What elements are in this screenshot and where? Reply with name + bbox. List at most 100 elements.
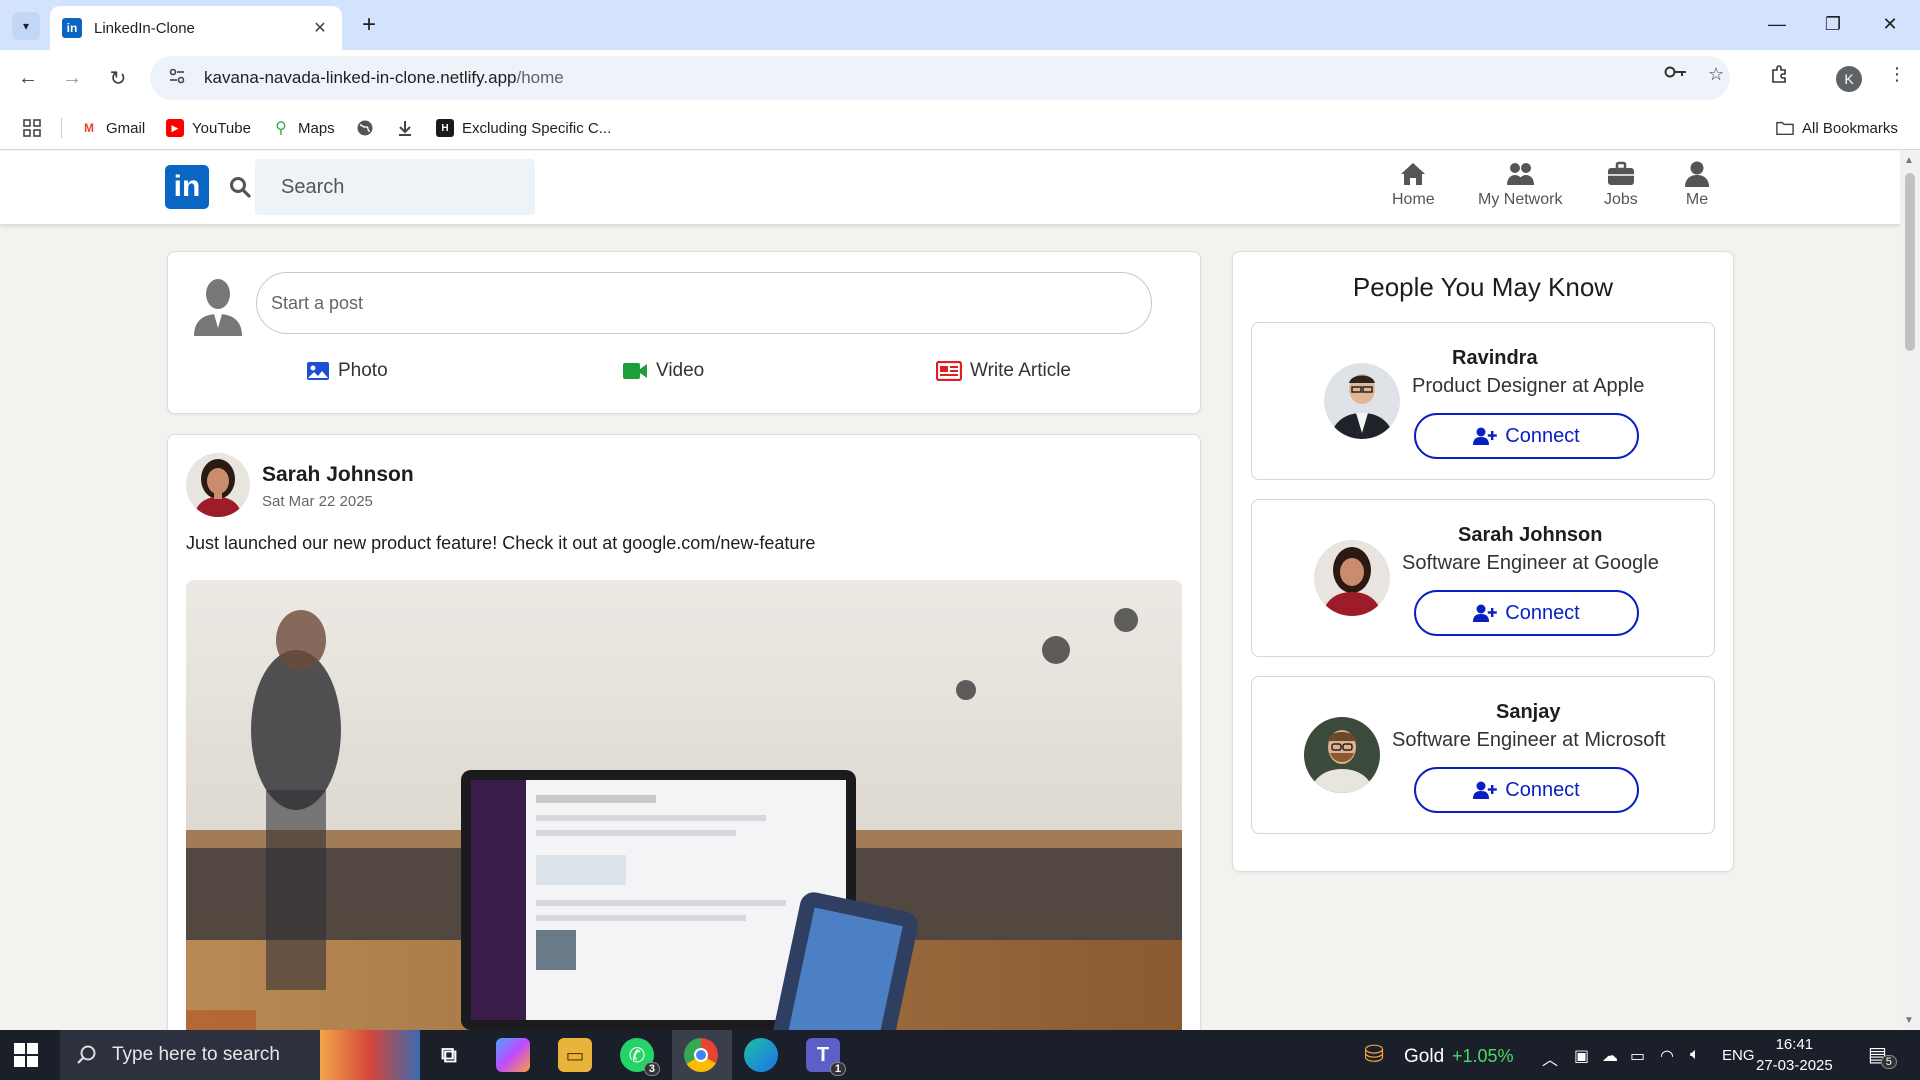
meet-now-icon[interactable]: ▣ [1574, 1046, 1589, 1066]
browser-tab-strip: ▾ in LinkedIn-Clone ✕ + — ❐ ✕ [0, 0, 1920, 50]
person-role: Software Engineer at Microsoft [1392, 729, 1666, 751]
person-name[interactable]: Ravindra [1252, 347, 1538, 370]
window-close-icon[interactable]: ✕ [1868, 8, 1912, 40]
stock-name[interactable]: Gold [1404, 1046, 1444, 1068]
address-bar[interactable]: kavana-navada-linked-in-clone.netlify.ap… [150, 56, 1730, 100]
minimize-icon[interactable]: — [1755, 8, 1799, 40]
nav-label: Home [1392, 191, 1435, 208]
windows-start-icon[interactable] [14, 1043, 38, 1067]
wifi-icon[interactable]: ◠ [1660, 1046, 1674, 1066]
profile-avatar[interactable]: K [1836, 66, 1862, 92]
video-label: Video [656, 360, 705, 381]
maps-pin-icon: ⚲ [275, 120, 287, 137]
new-tab-icon[interactable]: + [354, 10, 384, 40]
connect-label: Connect [1505, 601, 1580, 624]
connect-button[interactable]: Connect [1414, 413, 1639, 459]
whatsapp-icon[interactable]: ✆ 3 [620, 1038, 660, 1076]
person-name[interactable]: Sarah Johnson [1252, 524, 1602, 547]
author-avatar[interactable] [186, 453, 250, 517]
photo-icon [307, 362, 329, 380]
edge-icon[interactable] [744, 1038, 778, 1072]
nav-label: Me [1685, 191, 1709, 208]
extensions-icon[interactable] [1770, 64, 1790, 89]
bookmark-gmail[interactable]: M Gmail [80, 116, 145, 140]
all-bookmarks[interactable]: All Bookmarks [1776, 116, 1898, 140]
reload-icon[interactable]: ↻ [104, 64, 132, 92]
person-avatar[interactable] [1314, 540, 1390, 616]
site-info-icon[interactable] [168, 67, 192, 90]
tab-close-icon[interactable]: ✕ [310, 18, 330, 38]
onedrive-icon[interactable]: ☁ [1602, 1046, 1618, 1066]
bookmarks-divider [61, 118, 62, 138]
whatsapp-badge: 3 [643, 1062, 660, 1076]
photo-button[interactable]: Photo [306, 360, 388, 382]
password-key-icon[interactable] [1664, 64, 1688, 85]
restore-icon[interactable]: ❐ [1811, 8, 1855, 40]
connect-button[interactable]: Connect [1414, 767, 1639, 813]
user-plus-icon [1473, 781, 1498, 799]
nav-label: My Network [1478, 191, 1563, 208]
all-bookmarks-label: All Bookmarks [1802, 119, 1898, 137]
clock-date: 27-03-2025 [1756, 1057, 1833, 1074]
person-avatar[interactable] [1304, 717, 1380, 793]
bookmark-maps[interactable]: ⚲ Maps [272, 116, 335, 140]
forward-icon[interactable]: → [58, 64, 86, 92]
file-explorer-icon[interactable]: ▭ [558, 1038, 592, 1072]
user-plus-icon [1473, 427, 1498, 445]
nav-me[interactable]: Me [1683, 161, 1711, 209]
download-icon[interactable] [396, 116, 414, 140]
language-indicator[interactable]: ENG [1722, 1047, 1755, 1064]
user-icon [1685, 161, 1709, 187]
globe-icon[interactable] [356, 116, 374, 140]
chrome-icon[interactable] [684, 1038, 718, 1072]
notification-badge: 5 [1880, 1055, 1897, 1069]
post-date: Sat Mar 22 2025 [262, 493, 373, 510]
linkedin-logo[interactable]: in [165, 165, 209, 209]
apps-grid-icon[interactable] [22, 116, 42, 140]
bookmark-star-icon[interactable]: ☆ [1708, 64, 1724, 85]
scroll-thumb[interactable] [1905, 173, 1915, 351]
person-avatar[interactable] [1324, 363, 1400, 439]
default-avatar-icon [194, 279, 242, 336]
bookmark-label: Excluding Specific C... [462, 119, 612, 137]
volume-icon[interactable]: 🔈︎ [1690, 1046, 1700, 1064]
taskbar-search[interactable]: Type here to search [60, 1030, 320, 1080]
nav-home[interactable]: Home [1392, 161, 1435, 209]
nav-label: Jobs [1604, 191, 1638, 208]
copilot-icon[interactable] [496, 1038, 530, 1072]
video-button[interactable]: Video [622, 360, 704, 382]
clock[interactable]: 16:41 27-03-2025 [1756, 1034, 1833, 1076]
scroll-down-icon[interactable]: ▼ [1904, 1015, 1914, 1026]
connect-button[interactable]: Connect [1414, 590, 1639, 636]
network-icon [1507, 163, 1535, 185]
page-scrollbar[interactable]: ▲ ▼ [1900, 151, 1920, 1031]
youtube-icon: ▶ [166, 119, 184, 137]
scroll-up-icon[interactable]: ▲ [1904, 155, 1914, 166]
bookmark-excluding-specific[interactable]: H Excluding Specific C... [436, 116, 611, 140]
post-composer: Photo Video Write Article [167, 251, 1201, 414]
bookmark-youtube[interactable]: ▶ YouTube [166, 116, 251, 140]
tray-chevron-icon[interactable]: ︿ [1542, 1046, 1558, 1070]
back-icon[interactable]: ← [14, 64, 42, 92]
notification-icon[interactable]: ▤ 5 [1868, 1042, 1897, 1069]
nav-jobs[interactable]: Jobs [1604, 161, 1638, 209]
search-input[interactable] [255, 159, 535, 215]
bookmark-label: Gmail [106, 119, 146, 137]
taskbar-search-placeholder: Type here to search [112, 1044, 280, 1065]
start-post-input[interactable] [256, 272, 1152, 334]
battery-icon[interactable]: ▭ [1630, 1046, 1645, 1066]
person-card: Sanjay Software Engineer at Microsoft Co… [1251, 676, 1715, 834]
teams-icon[interactable]: T1 [806, 1038, 846, 1076]
write-article-button[interactable]: Write Article [936, 360, 1071, 382]
post-text: Just launched our new product feature! C… [186, 533, 816, 553]
menu-kebab-icon[interactable]: ⋮ [1888, 64, 1906, 85]
task-view-icon[interactable]: ⧉ [432, 1038, 466, 1072]
tab-search-icon[interactable]: ▾ [12, 12, 40, 40]
weather-widget-icon[interactable] [320, 1030, 420, 1080]
windows-taskbar: Type here to search ⧉ ▭ ✆ 3 T1 ⛁ Gold +1.… [0, 1030, 1920, 1080]
nav-my-network[interactable]: My Network [1478, 161, 1562, 209]
browser-tab[interactable]: in LinkedIn-Clone ✕ [50, 6, 342, 50]
person-name[interactable]: Sanjay [1252, 701, 1560, 724]
post-author-name[interactable]: Sarah Johnson [262, 463, 414, 487]
url-text: kavana-navada-linked-in-clone.netlify.ap… [204, 68, 564, 87]
